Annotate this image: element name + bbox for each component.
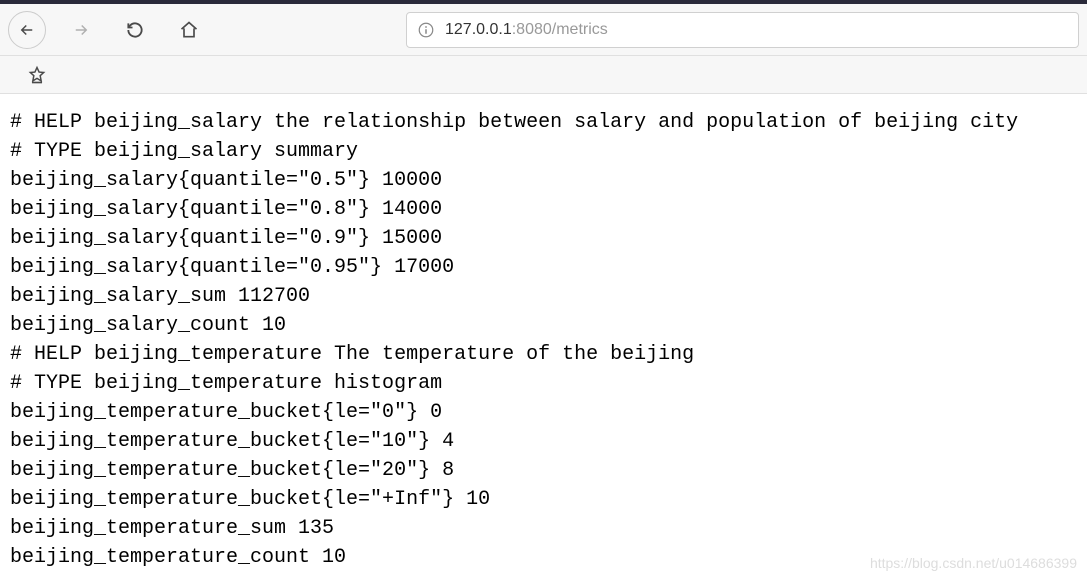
- reload-icon: [125, 20, 145, 40]
- url-path: /metrics: [552, 21, 608, 38]
- nav-button-group: [8, 11, 208, 49]
- home-button[interactable]: [170, 11, 208, 49]
- reload-button[interactable]: [116, 11, 154, 49]
- bookmark-button[interactable]: [18, 56, 56, 94]
- home-icon: [179, 20, 199, 40]
- forward-button[interactable]: [62, 11, 100, 49]
- url-text: 127.0.0.1:8080/metrics: [445, 21, 608, 39]
- watermark: https://blog.csdn.net/u014686399: [870, 555, 1077, 571]
- url-bar[interactable]: 127.0.0.1:8080/metrics: [406, 12, 1079, 48]
- arrow-left-icon: [18, 21, 36, 39]
- url-port: :8080: [512, 21, 552, 38]
- bookmark-bar: [0, 56, 1087, 94]
- browser-toolbar: 127.0.0.1:8080/metrics: [0, 4, 1087, 56]
- back-button[interactable]: [8, 11, 46, 49]
- bookmark-star-icon: [27, 65, 47, 85]
- info-icon[interactable]: [417, 21, 435, 39]
- url-host: 127.0.0.1: [445, 21, 512, 38]
- metrics-content: # HELP beijing_salary the relationship b…: [0, 94, 1087, 586]
- arrow-right-icon: [72, 21, 90, 39]
